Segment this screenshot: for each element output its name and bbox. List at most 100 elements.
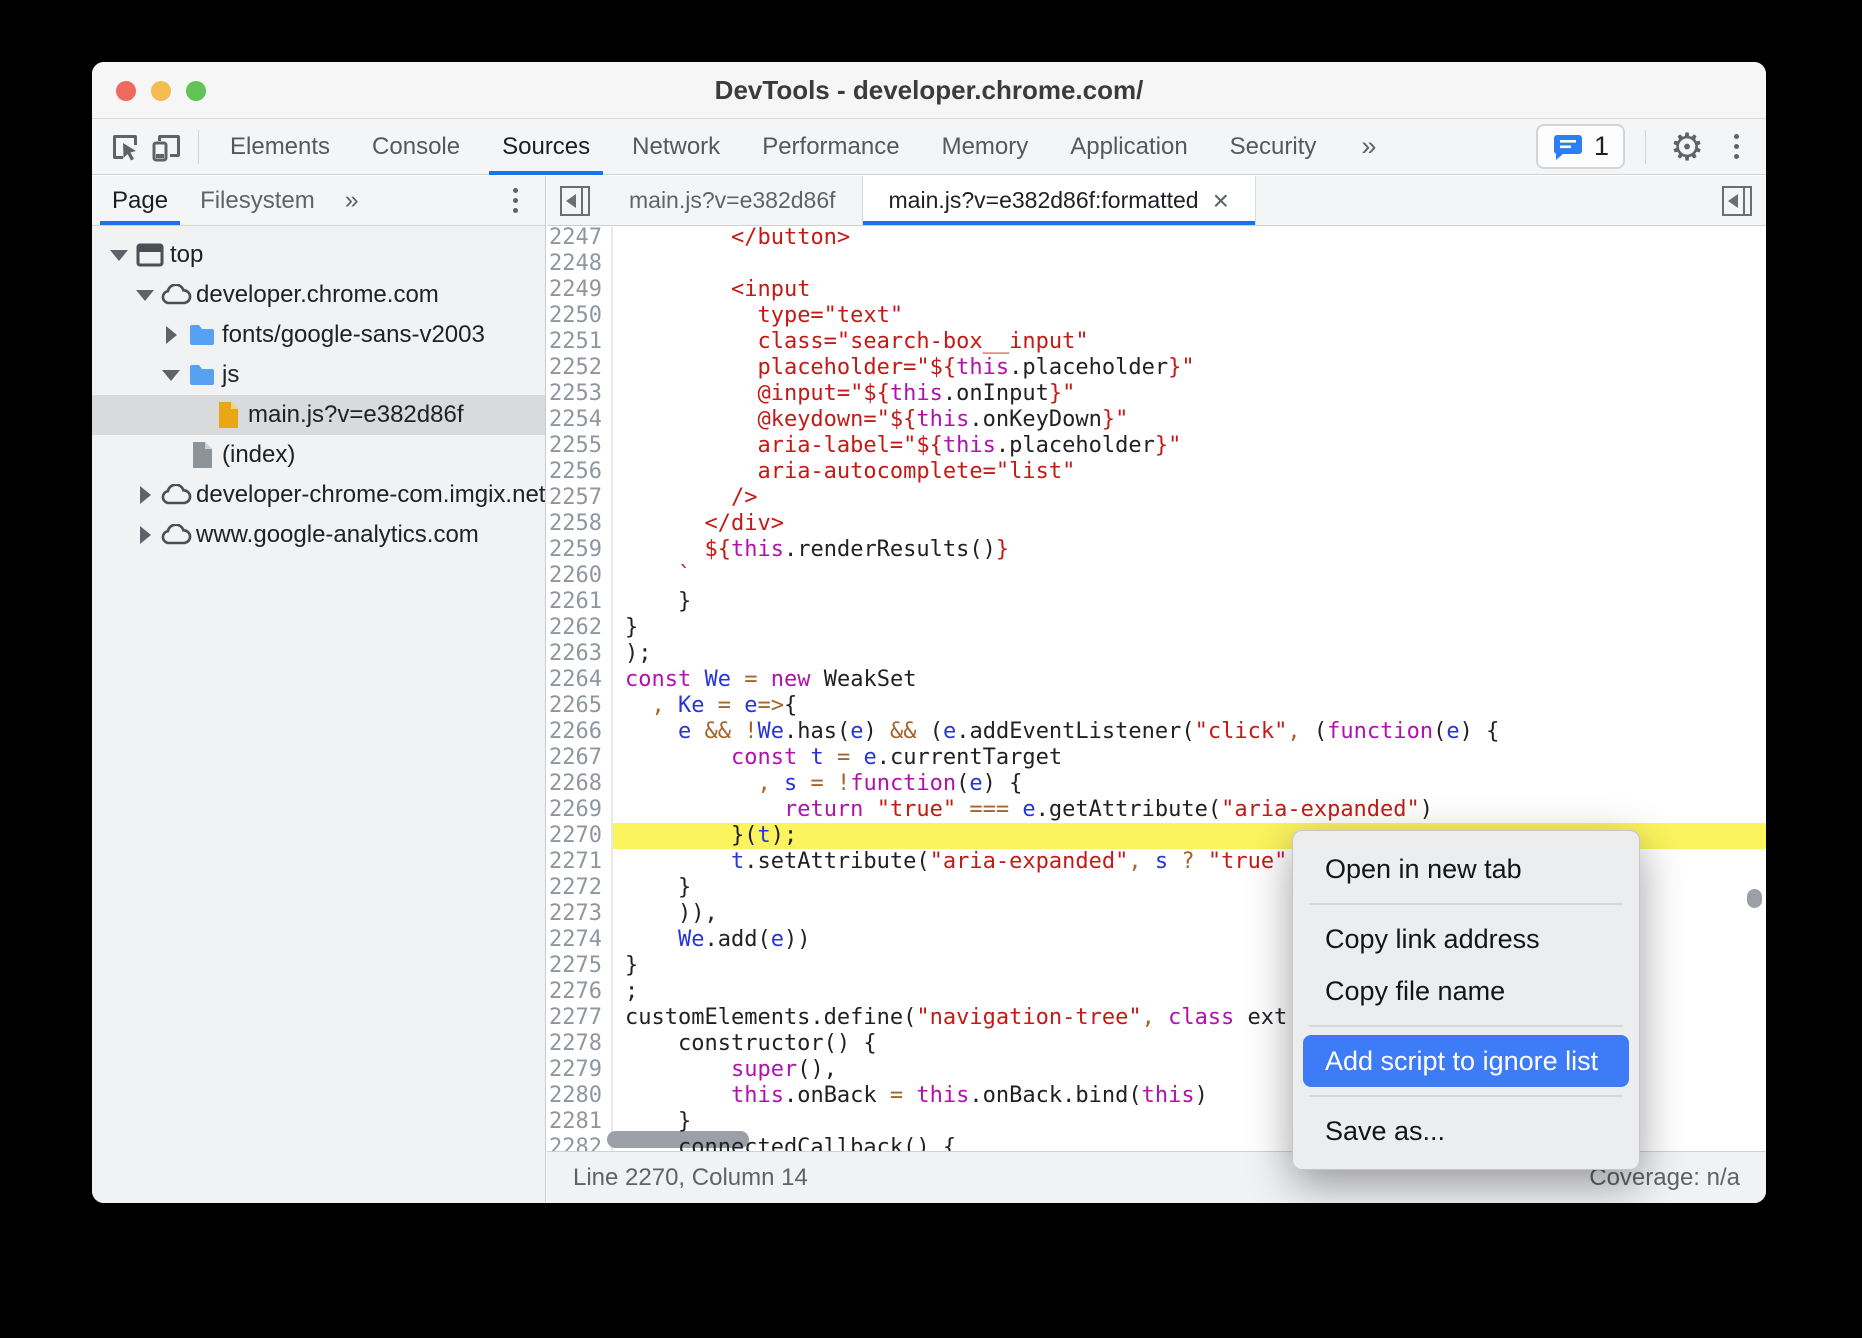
tree-item-fonts-google-sans-v2003[interactable]: fonts/google-sans-v2003 [92, 315, 545, 355]
line-number[interactable]: 2252 [547, 355, 613, 381]
zoom-button[interactable] [186, 81, 206, 101]
tree-item-developer-chrome-com-imgix-net[interactable]: developer-chrome-com.imgix.net [92, 475, 545, 515]
line-number[interactable]: 2272 [547, 875, 613, 901]
line-number[interactable]: 2269 [547, 797, 613, 823]
vertical-scrollbar-thumb[interactable] [1747, 889, 1762, 908]
tab-page[interactable]: Page [96, 176, 184, 225]
line-number[interactable]: 2276 [547, 979, 613, 1005]
line-number[interactable]: 2281 [547, 1109, 613, 1135]
line-number[interactable]: 2267 [547, 745, 613, 771]
line-number[interactable]: 2256 [547, 459, 613, 485]
code-line[interactable]: 2251 class="search-box__input" [547, 329, 1766, 355]
line-number[interactable]: 2271 [547, 849, 613, 875]
line-number[interactable]: 2257 [547, 485, 613, 511]
panel-tab-elements[interactable]: Elements [209, 119, 351, 175]
line-number[interactable]: 2265 [547, 693, 613, 719]
line-number[interactable]: 2253 [547, 381, 613, 407]
menu-item-copy-link-address[interactable]: Copy link address [1303, 913, 1629, 965]
line-number[interactable]: 2261 [547, 589, 613, 615]
code-line[interactable]: 2268 , s = !function(e) { [547, 771, 1766, 797]
settings-gear-icon[interactable]: ⚙ [1666, 126, 1708, 168]
code-line[interactable]: 2252 placeholder="${this.placeholder}" [547, 355, 1766, 381]
line-number[interactable]: 2251 [547, 329, 613, 355]
line-number[interactable]: 2255 [547, 433, 613, 459]
code-line[interactable]: 2248 [547, 251, 1766, 277]
code-line[interactable]: 2258 </div> [547, 511, 1766, 537]
line-number[interactable]: 2266 [547, 719, 613, 745]
line-number[interactable]: 2254 [547, 407, 613, 433]
line-number[interactable]: 2264 [547, 667, 613, 693]
code-line[interactable]: 2266 e && !We.has(e) && (e.addEventListe… [547, 719, 1766, 745]
line-number[interactable]: 2270 [547, 823, 613, 849]
disclosure-right-icon[interactable] [158, 326, 184, 344]
code-line[interactable]: 2265 , Ke = e=>{ [547, 693, 1766, 719]
line-number[interactable]: 2259 [547, 537, 613, 563]
code-line[interactable]: 2254 @keydown="${this.onKeyDown}" [547, 407, 1766, 433]
disclosure-right-icon[interactable] [132, 486, 158, 504]
tree-item-top[interactable]: top [92, 235, 545, 275]
panel-tab-security[interactable]: Security [1209, 119, 1338, 175]
code-line[interactable]: 2267 const t = e.currentTarget [547, 745, 1766, 771]
disclosure-down-icon[interactable] [106, 250, 132, 261]
close-button[interactable] [116, 81, 136, 101]
line-number[interactable]: 2263 [547, 641, 613, 667]
code-line[interactable]: 2256 aria-autocomplete="list" [547, 459, 1766, 485]
code-line[interactable]: 2260 ` [547, 563, 1766, 589]
line-number[interactable]: 2248 [547, 251, 613, 277]
line-number[interactable]: 2247 [547, 227, 613, 251]
code-line[interactable]: 2247 </button> [547, 227, 1766, 251]
line-number[interactable]: 2249 [547, 277, 613, 303]
line-number[interactable]: 2260 [547, 563, 613, 589]
editor-tab-formatted[interactable]: main.js?v=e382d86f:formatted× [862, 176, 1256, 225]
panel-tab-performance[interactable]: Performance [741, 119, 920, 175]
show-debugger-icon[interactable] [1708, 176, 1766, 225]
panel-tab-application[interactable]: Application [1049, 119, 1208, 175]
code-line[interactable]: 2257 /> [547, 485, 1766, 511]
line-number[interactable]: 2282 [547, 1135, 613, 1151]
console-messages-badge[interactable]: 1 [1536, 124, 1625, 169]
disclosure-right-icon[interactable] [132, 526, 158, 544]
tree-item-www-google-analytics-com[interactable]: www.google-analytics.com [92, 515, 545, 555]
code-line[interactable]: 2253 @input="${this.onInput}" [547, 381, 1766, 407]
code-line[interactable]: 2249 <input [547, 277, 1766, 303]
line-number[interactable]: 2262 [547, 615, 613, 641]
line-number[interactable]: 2275 [547, 953, 613, 979]
device-toolbar-icon[interactable] [146, 126, 188, 168]
code-line[interactable]: 2259 ${this.renderResults()} [547, 537, 1766, 563]
menu-item-save-as-[interactable]: Save as... [1303, 1105, 1629, 1157]
code-line[interactable]: 2255 aria-label="${this.placeholder}" [547, 433, 1766, 459]
panel-tab-console[interactable]: Console [351, 119, 481, 175]
more-navigator-tabs-button[interactable]: » [331, 176, 373, 225]
more-options-kebab-icon[interactable] [1718, 134, 1754, 159]
line-number[interactable]: 2250 [547, 303, 613, 329]
line-number[interactable]: 2274 [547, 927, 613, 953]
tree-item-developer-chrome-com[interactable]: developer.chrome.com [92, 275, 545, 315]
code-line[interactable]: 2262} [547, 615, 1766, 641]
menu-item-copy-file-name[interactable]: Copy file name [1303, 965, 1629, 1017]
line-number[interactable]: 2268 [547, 771, 613, 797]
menu-item-add-script-to-ignore-list[interactable]: Add script to ignore list [1303, 1035, 1629, 1087]
line-number[interactable]: 2258 [547, 511, 613, 537]
code-line[interactable]: 2269 return "true" === e.getAttribute("a… [547, 797, 1766, 823]
tree-item-main-js-v-e382d86f[interactable]: main.js?v=e382d86f [92, 395, 545, 435]
menu-item-open-in-new-tab[interactable]: Open in new tab [1303, 843, 1629, 895]
tab-filesystem[interactable]: Filesystem [184, 176, 331, 225]
panel-tab-memory[interactable]: Memory [921, 119, 1050, 175]
tree-item-js[interactable]: js [92, 355, 545, 395]
inspect-element-icon[interactable] [104, 126, 146, 168]
code-line[interactable]: 2263); [547, 641, 1766, 667]
navigator-kebab-icon[interactable] [497, 188, 533, 213]
line-number[interactable]: 2278 [547, 1031, 613, 1057]
disclosure-down-icon[interactable] [158, 370, 184, 381]
editor-tab-source[interactable]: main.js?v=e382d86f [603, 176, 862, 225]
hide-navigator-icon[interactable] [547, 176, 603, 225]
tree-item--index-[interactable]: (index) [92, 435, 545, 475]
line-number[interactable]: 2277 [547, 1005, 613, 1031]
code-line[interactable]: 2261 } [547, 589, 1766, 615]
close-tab-icon[interactable]: × [1213, 187, 1229, 215]
more-panels-button[interactable]: » [1337, 131, 1400, 162]
line-number[interactable]: 2279 [547, 1057, 613, 1083]
disclosure-down-icon[interactable] [132, 290, 158, 301]
panel-tab-sources[interactable]: Sources [481, 119, 611, 175]
line-number[interactable]: 2273 [547, 901, 613, 927]
